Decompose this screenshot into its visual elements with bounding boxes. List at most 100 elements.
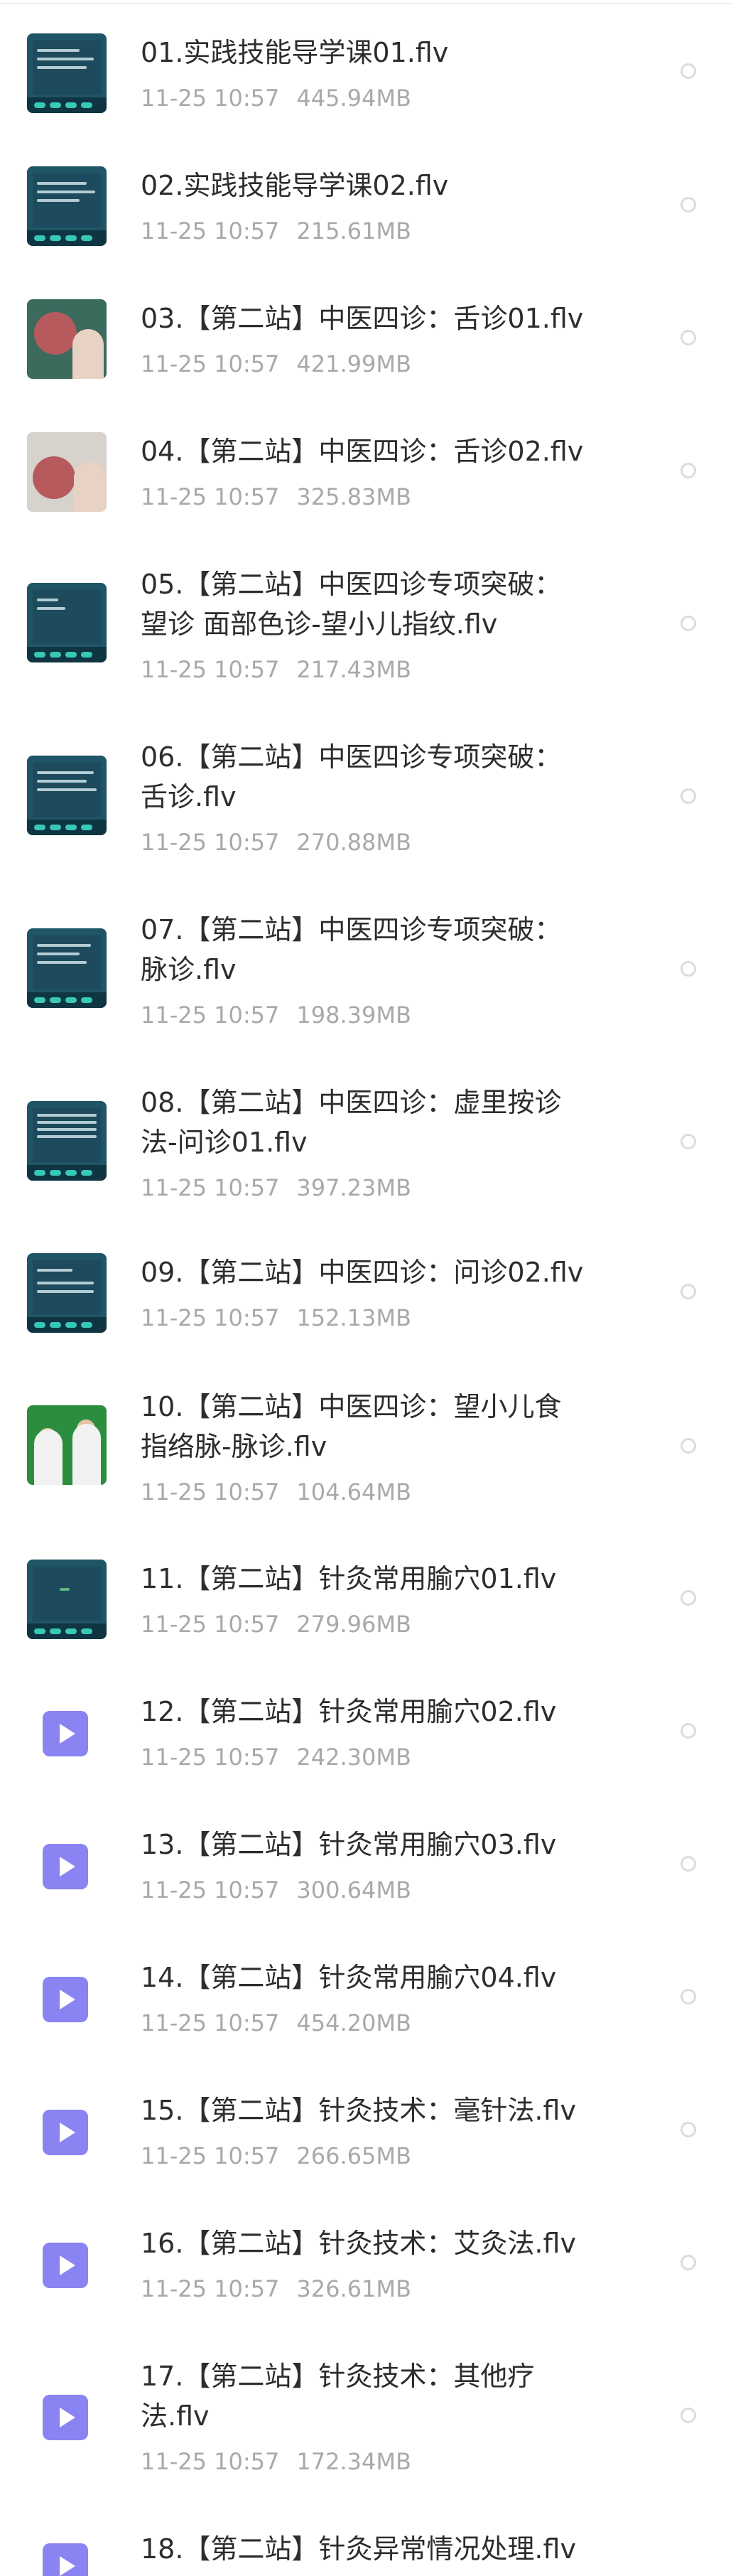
- video-thumbnail-icon: [27, 166, 107, 246]
- file-meta: 11-25 10:57 215.61MB: [141, 217, 411, 245]
- file-name: 07.【第二站】中医四诊专项突破： 脉诊.flv: [141, 914, 562, 985]
- file-name: 17.【第二站】针灸技术：其他疗 法.flv: [141, 2361, 535, 2432]
- file-time: 11-25 10:57: [141, 1877, 280, 1904]
- file-meta: 11-25 10:57 300.64MB: [141, 1876, 411, 1904]
- file-size: 172.34MB: [296, 2448, 411, 2475]
- file-meta: 11-25 10:57 270.88MB: [141, 828, 411, 857]
- file-time: 11-25 10:57: [141, 2142, 280, 2169]
- file-meta: 11-25 10:57 325.83MB: [141, 483, 411, 511]
- file-size: 152.13MB: [296, 1304, 411, 1331]
- select-radio[interactable]: [681, 1856, 696, 1872]
- play-icon: [43, 1977, 88, 2022]
- file-time: 11-25 10:57: [141, 2275, 280, 2302]
- file-size: 454.20MB: [296, 2009, 411, 2036]
- file-name: 06.【第二站】中医四诊专项突破： 舌诊.flv: [141, 741, 562, 812]
- file-name: 01.实践技能导学课01.flv: [141, 37, 449, 68]
- file-meta: 11-25 10:57 266.65MB: [141, 2142, 411, 2170]
- file-time: 11-25 10:57: [141, 1611, 280, 1638]
- file-name: 18.【第二站】针灸异常情况处理.flv: [141, 2533, 576, 2565]
- file-time: 11-25 10:57: [141, 829, 280, 856]
- video-thumbnail-icon: [27, 299, 107, 379]
- select-radio[interactable]: [681, 1134, 696, 1149]
- file-name: 11.【第二站】针灸常用腧穴01.flv: [141, 1563, 557, 1594]
- file-size: 217.43MB: [296, 656, 411, 683]
- file-size: 266.65MB: [296, 2142, 411, 2169]
- select-radio[interactable]: [681, 1590, 696, 1606]
- play-icon: [43, 2543, 88, 2576]
- play-icon: [43, 1711, 88, 1756]
- file-name: 09.【第二站】中医四诊：问诊02.flv: [141, 1257, 584, 1288]
- file-name: 05.【第二站】中医四诊专项突破： 望诊 面部色诊-望小儿指纹.flv: [141, 569, 562, 640]
- file-time: 11-25 10:57: [141, 1174, 280, 1201]
- file-time: 11-25 10:57: [141, 85, 280, 112]
- select-radio[interactable]: [681, 616, 696, 631]
- file-time: 11-25 10:57: [141, 1304, 280, 1331]
- select-radio[interactable]: [681, 63, 696, 79]
- file-name: 10.【第二站】中医四诊：望小儿食 指络脉-脉诊.flv: [141, 1391, 562, 1462]
- select-radio[interactable]: [681, 2122, 696, 2137]
- select-radio[interactable]: [681, 2255, 696, 2270]
- select-radio[interactable]: [681, 463, 696, 478]
- file-name: 03.【第二站】中医四诊：舌诊01.flv: [141, 303, 584, 334]
- select-radio[interactable]: [681, 1284, 696, 1299]
- file-time: 11-25 10:57: [141, 656, 280, 683]
- play-icon: [43, 2243, 88, 2288]
- file-name: 15.【第二站】针灸技术：毫针法.flv: [141, 2095, 576, 2126]
- file-size: 397.23MB: [296, 1174, 411, 1201]
- file-meta: 11-25 10:57 397.23MB: [141, 1174, 411, 1202]
- video-thumbnail-icon: [27, 756, 107, 835]
- select-radio[interactable]: [681, 1723, 696, 1739]
- file-time: 11-25 10:57: [141, 350, 280, 377]
- play-icon: [43, 1844, 88, 1889]
- file-meta: 11-25 10:57 454.20MB: [141, 2009, 411, 2037]
- select-radio[interactable]: [681, 788, 696, 804]
- file-meta: 11-25 10:57 242.30MB: [141, 1743, 411, 1771]
- select-radio[interactable]: [681, 961, 696, 977]
- video-thumbnail-icon: [27, 432, 107, 512]
- file-meta: 11-25 10:57 326.61MB: [141, 2275, 411, 2303]
- file-name: 12.【第二站】针灸常用腧穴02.flv: [141, 1696, 557, 1727]
- file-name: 14.【第二站】针灸常用腧穴04.flv: [141, 1962, 557, 1993]
- file-size: 300.64MB: [296, 1877, 411, 1904]
- play-icon: [43, 2110, 88, 2155]
- play-icon: [43, 2395, 88, 2440]
- file-meta: 11-25 10:57 445.94MB: [141, 84, 411, 112]
- select-radio[interactable]: [681, 197, 696, 213]
- file-time: 11-25 10:57: [141, 2009, 280, 2036]
- file-time: 11-25 10:57: [141, 1478, 280, 1506]
- select-radio[interactable]: [681, 2408, 696, 2423]
- file-name: 02.实践技能导学课02.flv: [141, 170, 449, 201]
- video-thumbnail-icon: [27, 1560, 107, 1639]
- file-time: 11-25 10:57: [141, 1002, 280, 1029]
- file-name: 08.【第二站】中医四诊：虚里按诊 法-问诊01.flv: [141, 1087, 562, 1158]
- file-size: 325.83MB: [296, 483, 411, 510]
- video-thumbnail-icon: [27, 1405, 107, 1485]
- file-meta: 11-25 10:57 152.13MB: [141, 1304, 411, 1332]
- file-size: 421.99MB: [296, 350, 411, 377]
- file-size: 242.30MB: [296, 1744, 411, 1771]
- video-thumbnail-icon: [27, 1253, 107, 1333]
- file-size: 104.64MB: [296, 1478, 411, 1506]
- video-thumbnail-icon: [27, 583, 107, 662]
- file-size: 279.96MB: [296, 1611, 411, 1638]
- select-radio[interactable]: [681, 1438, 696, 1454]
- select-radio[interactable]: [681, 330, 696, 345]
- file-time: 11-25 10:57: [141, 2448, 280, 2475]
- file-size: 215.61MB: [296, 218, 411, 245]
- select-radio[interactable]: [681, 1989, 696, 2005]
- file-size: 326.61MB: [296, 2275, 411, 2302]
- file-name: 16.【第二站】针灸技术：艾灸法.flv: [141, 2228, 576, 2259]
- file-meta: 11-25 10:57 198.39MB: [141, 1001, 411, 1029]
- file-time: 11-25 10:57: [141, 218, 280, 245]
- file-meta: 11-25 10:57 217.43MB: [141, 655, 411, 684]
- file-name: 13.【第二站】针灸常用腧穴03.flv: [141, 1829, 557, 1860]
- video-thumbnail-icon: [27, 1101, 107, 1181]
- file-time: 11-25 10:57: [141, 1744, 280, 1771]
- file-size: 445.94MB: [296, 85, 411, 112]
- file-size: 270.88MB: [296, 829, 411, 856]
- video-thumbnail-icon: [27, 928, 107, 1008]
- file-meta: 11-25 10:57 172.34MB: [141, 2447, 411, 2476]
- file-size: 198.39MB: [296, 1002, 411, 1029]
- file-meta: 11-25 10:57 421.99MB: [141, 350, 411, 378]
- file-meta: 11-25 10:57 279.96MB: [141, 1610, 411, 1638]
